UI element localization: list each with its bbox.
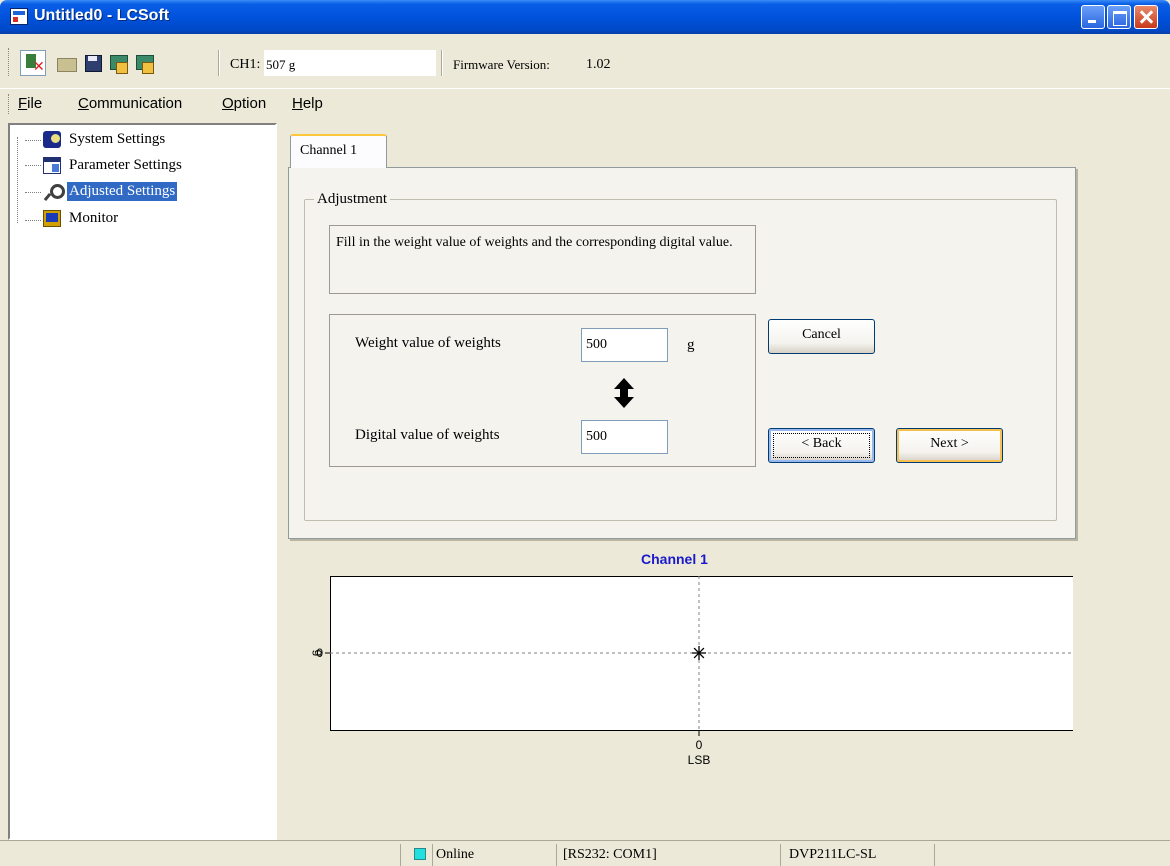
navigation-tree[interactable] (8, 123, 277, 840)
online-indicator-icon (414, 848, 426, 860)
toolbar (0, 34, 1170, 86)
up-down-arrow-icon (614, 378, 634, 408)
chart-y-axis-label: g (312, 650, 326, 657)
tree-connector (25, 220, 41, 221)
menu-grip[interactable] (8, 94, 11, 114)
chart-title: Channel 1 (641, 551, 708, 567)
parameter-settings-icon (43, 157, 61, 174)
close-button[interactable] (1134, 5, 1158, 29)
disconnect-icon[interactable]: ✕ (20, 50, 46, 76)
weight-value-input[interactable]: 500 (581, 328, 668, 362)
system-settings-icon (43, 131, 61, 148)
chart-canvas: 00LSBg (312, 576, 1073, 767)
adjusted-settings-icon (43, 183, 65, 200)
ch1-label: CH1: (230, 57, 261, 72)
status-online-text: Online (432, 844, 474, 866)
chart-data-point (692, 646, 706, 660)
monitor-icon (43, 210, 61, 227)
menu-communication[interactable]: Communication (78, 95, 182, 112)
save-icon[interactable] (82, 52, 104, 74)
window-title: Untitled0 - LCSoft (34, 7, 170, 24)
toolbar-separator (218, 50, 220, 76)
toolbar-grip[interactable] (8, 48, 11, 76)
status-port: [RS232: COM1] (556, 844, 776, 866)
app-icon[interactable] (10, 8, 28, 25)
minimize-button[interactable] (1081, 5, 1105, 29)
maximize-button[interactable] (1107, 5, 1131, 29)
cancel-button[interactable]: Cancel (768, 319, 875, 354)
open-folder-icon[interactable] (55, 52, 77, 74)
title-bar: Untitled0 - LCSoft (0, 0, 1170, 34)
firmware-version: 1.02 (586, 57, 611, 72)
weight-unit-label: g (687, 337, 695, 353)
weight-value-label: Weight value of weights (355, 335, 501, 351)
firmware-label: Firmware Version: (453, 57, 550, 72)
upload-icon[interactable] (108, 52, 130, 74)
ch1-value-display: 507 g (264, 50, 436, 76)
tree-connector (17, 137, 18, 223)
digital-value-label: Digital value of weights (355, 427, 500, 443)
tree-connector (25, 192, 41, 193)
group-title: Adjustment (314, 191, 390, 208)
chart-x-axis-label: LSB (688, 753, 711, 767)
status-device: DVP211LC-SL (780, 844, 932, 866)
menu-option[interactable]: Option (222, 95, 266, 112)
tab-channel-1[interactable]: Channel 1 (290, 134, 387, 168)
menu-bar: File Communication Option Help (0, 88, 1170, 118)
toolbar-separator (441, 50, 443, 76)
chart-x-tick-label: 0 (696, 738, 703, 752)
tree-connector (25, 140, 41, 141)
instructions-text: Fill in the weight value of weights and … (336, 235, 733, 250)
next-button[interactable]: Next > (896, 428, 1003, 463)
digital-value-input[interactable]: 500 (581, 420, 668, 454)
tree-connector (25, 165, 41, 166)
menu-help[interactable]: Help (292, 95, 323, 112)
back-button[interactable]: < Back (768, 428, 875, 463)
menu-file[interactable]: File (18, 95, 42, 112)
status-empty-panel (934, 844, 1170, 866)
download-icon[interactable] (134, 52, 156, 74)
